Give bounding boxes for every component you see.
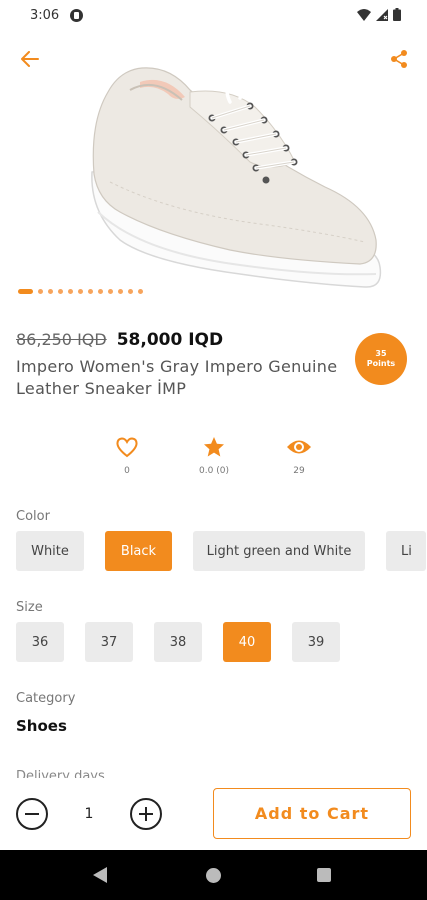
price-row: 86,250 IQD 58,000 IQD	[16, 330, 223, 350]
carousel-dot[interactable]	[128, 289, 133, 294]
heart-icon	[116, 437, 138, 458]
carousel-dot[interactable]	[98, 289, 103, 294]
status-time: 3:06	[30, 8, 60, 23]
product-stats: 0 0.0 (0) 29	[0, 436, 427, 486]
size-option-39[interactable]: 39	[292, 622, 340, 662]
wifi-icon	[357, 8, 371, 21]
color-option-black[interactable]: Black	[105, 531, 172, 571]
cart-bar: 1 Add to Cart	[0, 778, 427, 850]
color-option-partial[interactable]: Li	[386, 531, 426, 571]
color-option-white[interactable]: White	[16, 531, 84, 571]
product-image-carousel[interactable]	[0, 32, 427, 310]
arrow-left-icon	[21, 51, 39, 67]
color-options: White Black Light green and White Li	[16, 531, 426, 571]
nav-back-button[interactable]	[93, 867, 107, 883]
status-icons	[357, 8, 401, 21]
points-value: 35	[375, 349, 387, 358]
rating-stat[interactable]: 0.0 (0)	[184, 436, 244, 476]
carousel-dot[interactable]	[138, 289, 143, 294]
favorite-count: 0	[124, 466, 130, 476]
size-option-36[interactable]: 36	[16, 622, 64, 662]
points-label: Points	[366, 359, 396, 368]
carousel-dot[interactable]	[118, 289, 123, 294]
color-label: Color	[16, 509, 50, 524]
decrease-quantity-button[interactable]	[16, 798, 48, 830]
status-bar: 3:06	[0, 0, 427, 32]
share-button[interactable]	[383, 45, 415, 73]
app-notification-icon	[70, 9, 83, 22]
carousel-dot[interactable]	[18, 289, 33, 294]
share-icon	[391, 50, 407, 68]
category-label: Category	[16, 691, 76, 706]
old-price: 86,250 IQD	[16, 330, 107, 349]
carousel-dot[interactable]	[68, 289, 73, 294]
views-stat: 29	[269, 436, 329, 476]
eye-icon	[287, 440, 311, 454]
carousel-dot[interactable]	[58, 289, 63, 294]
rating-value: 0.0 (0)	[199, 466, 229, 476]
plus-circle-icon	[139, 807, 153, 821]
size-option-40[interactable]: 40	[223, 622, 271, 662]
signal-icon	[376, 8, 388, 21]
product-image	[91, 67, 382, 288]
minus-circle-icon	[25, 813, 39, 815]
nav-home-button[interactable]	[206, 868, 221, 883]
size-label: Size	[16, 600, 43, 615]
size-option-38[interactable]: 38	[154, 622, 202, 662]
carousel-dot[interactable]	[48, 289, 53, 294]
star-icon	[204, 437, 224, 457]
add-to-cart-button[interactable]: Add to Cart	[213, 788, 411, 839]
quantity-value: 1	[84, 806, 94, 822]
category-value: Shoes	[16, 717, 67, 735]
favorite-stat[interactable]: 0	[97, 436, 157, 476]
increase-quantity-button[interactable]	[130, 798, 162, 830]
current-price: 58,000 IQD	[116, 330, 224, 350]
size-options: 36 37 38 40 39	[16, 622, 340, 662]
system-navigation-bar	[0, 850, 427, 900]
color-option-light-green-white[interactable]: Light green and White	[193, 531, 365, 571]
carousel-dot[interactable]	[88, 289, 93, 294]
product-title: Impero Women's Gray Impero Genuine Leath…	[16, 357, 338, 398]
battery-icon	[393, 8, 401, 21]
carousel-dot[interactable]	[108, 289, 113, 294]
carousel-dot[interactable]	[38, 289, 43, 294]
back-button[interactable]	[14, 45, 46, 73]
carousel-dot[interactable]	[78, 289, 83, 294]
size-option-37[interactable]: 37	[85, 622, 133, 662]
nav-recents-button[interactable]	[317, 868, 331, 882]
views-count: 29	[293, 466, 305, 476]
carousel-indicator	[18, 289, 143, 294]
points-badge: 35 Points	[355, 333, 407, 385]
